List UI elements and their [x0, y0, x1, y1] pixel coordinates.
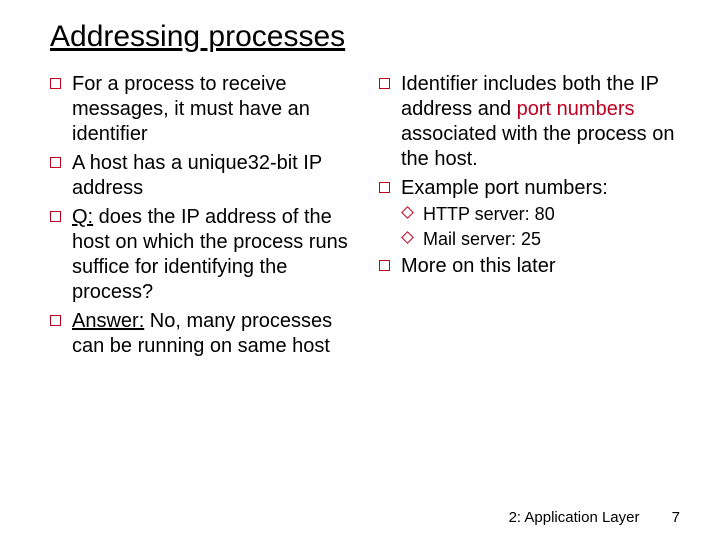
bullet-text: Example port numbers: [401, 177, 608, 199]
footer: 2: Application Layer 7 [509, 509, 680, 526]
sub-item: Mail server: 25 [401, 228, 680, 251]
sub-text: Mail server: 25 [423, 229, 541, 249]
bullet-item: A host has a unique32-bit IP address [50, 151, 351, 201]
slide-title: Addressing processes [50, 20, 680, 54]
bullet-text: More on this later [401, 255, 556, 277]
footer-section: 2: Application Layer [509, 509, 640, 526]
slide: Addressing processes For a process to re… [0, 0, 720, 540]
bullet-text: For a process to receive messages, it mu… [72, 73, 310, 145]
sub-item: HTTP server: 80 [401, 203, 680, 226]
bullet-text: A host has a unique32-bit IP address [72, 152, 322, 199]
bullet-item: For a process to receive messages, it mu… [50, 72, 351, 147]
bullet-item: Example port numbers: HTTP server: 80 Ma… [379, 176, 680, 250]
bullet-item: Answer: No, many processes can be runnin… [50, 309, 351, 359]
bullet-text: does the IP address of the host on which… [72, 206, 348, 303]
sub-text: HTTP server: 80 [423, 204, 555, 224]
left-column: For a process to receive messages, it mu… [50, 72, 351, 363]
bullet-item: Identifier includes both the IP address … [379, 72, 680, 172]
bullet-text-post: associated with the process on the host. [401, 123, 675, 170]
example-sublist: HTTP server: 80 Mail server: 25 [401, 203, 680, 250]
left-bullets: For a process to receive messages, it mu… [50, 72, 351, 359]
bullet-item: Q: does the IP address of the host on wh… [50, 205, 351, 305]
bullet-item: More on this later [379, 254, 680, 279]
port-numbers-highlight: port numbers [517, 98, 635, 120]
right-bullets: Identifier includes both the IP address … [379, 72, 680, 279]
columns: For a process to receive messages, it mu… [50, 72, 680, 363]
right-column: Identifier includes both the IP address … [379, 72, 680, 363]
q-prefix: Q: [72, 206, 93, 228]
answer-prefix: Answer: [72, 310, 144, 332]
footer-page-number: 7 [672, 509, 680, 526]
